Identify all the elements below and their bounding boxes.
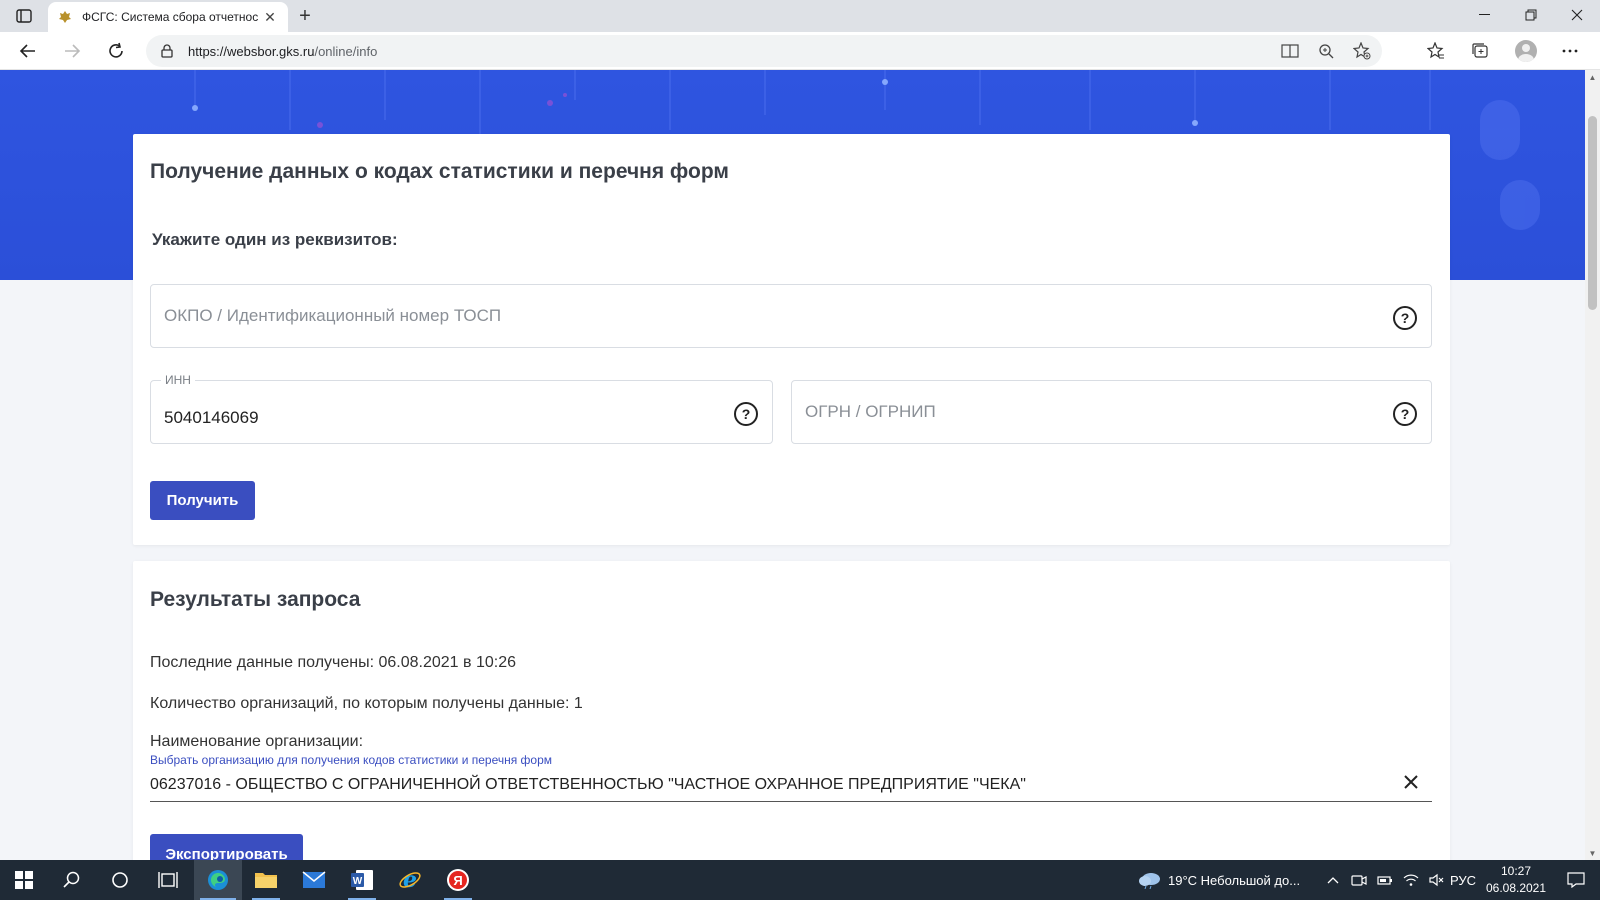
ogrn-placeholder: ОГРН / ОГРНИП: [805, 402, 936, 421]
org-label: Наименование организации:: [150, 733, 364, 750]
yandex-browser-icon[interactable]: Я: [434, 860, 482, 900]
tab-close-icon[interactable]: ✕: [262, 9, 278, 25]
help-icon[interactable]: ?: [1393, 306, 1417, 330]
back-button[interactable]: [14, 37, 42, 65]
svg-text:e: e: [403, 868, 417, 892]
okpo-field[interactable]: ОКПО / Идентификационный номер ТОСП ?: [150, 284, 1432, 348]
wifi-icon[interactable]: [1398, 860, 1424, 900]
file-explorer-icon[interactable]: [242, 860, 290, 900]
close-window-button[interactable]: [1554, 0, 1600, 30]
scroll-down-icon[interactable]: ▼: [1585, 846, 1600, 860]
inn-field[interactable]: ИНН 5040146069 ?: [150, 373, 773, 444]
minimize-button[interactable]: [1462, 0, 1508, 30]
notifications-icon[interactable]: [1552, 860, 1600, 900]
system-clock[interactable]: 10:27 06.08.2021: [1480, 863, 1552, 897]
new-tab-button[interactable]: +: [294, 5, 316, 27]
internet-explorer-icon[interactable]: e: [386, 860, 434, 900]
windows-taskbar: W e Я 19°C Небольшой до... РУС 10:27 06.…: [0, 860, 1600, 900]
reader-view-icon[interactable]: [1278, 39, 1302, 63]
inn-label: ИНН: [161, 373, 195, 387]
favorites-icon[interactable]: [1422, 37, 1450, 65]
org-hint: Выбрать организацию для получения кодов …: [150, 753, 553, 767]
browser-tab[interactable]: ФСГС: Система сбора отчетнос ✕: [48, 2, 288, 32]
word-icon[interactable]: W: [338, 860, 386, 900]
cortana-icon[interactable]: [96, 860, 144, 900]
organization-value: 06237016 - ОБЩЕСТВО С ОГРАНИЧЕННОЙ ОТВЕТ…: [150, 776, 1026, 793]
task-view-icon[interactable]: [144, 860, 192, 900]
volume-icon[interactable]: [1424, 860, 1450, 900]
page-scrollbar[interactable]: ▲ ▼: [1585, 70, 1600, 860]
lock-icon[interactable]: [160, 44, 174, 58]
start-button[interactable]: [0, 860, 48, 900]
query-form-card: Получение данных о кодах статистики и пе…: [133, 134, 1450, 545]
okpo-placeholder: ОКПО / Идентификационный номер ТОСП: [164, 306, 502, 325]
tab-title: ФСГС: Система сбора отчетнос: [82, 10, 259, 24]
add-favorite-icon[interactable]: [1350, 39, 1374, 63]
more-menu-icon[interactable]: [1556, 37, 1584, 65]
power-icon[interactable]: [1372, 860, 1398, 900]
browser-tab-bar: ФСГС: Система сбора отчетнос ✕ +: [0, 0, 1600, 32]
results-card: Результаты запроса Последние данные полу…: [133, 561, 1450, 860]
help-icon[interactable]: ?: [734, 402, 758, 426]
submit-button[interactable]: Получить: [150, 481, 255, 520]
tray-chevron-icon[interactable]: [1320, 860, 1346, 900]
url-bar[interactable]: https://websbor.gks.ru/online/info: [146, 35, 1382, 67]
url-text: https://websbor.gks.ru/online/info: [188, 44, 377, 59]
collections-icon[interactable]: [1466, 37, 1494, 65]
export-button[interactable]: Экспортировать: [150, 834, 303, 860]
cloud-rain-icon: [1139, 873, 1160, 889]
zoom-icon[interactable]: [1314, 39, 1338, 63]
edge-taskbar-icon[interactable]: [194, 860, 242, 900]
organization-select[interactable]: 06237016 - ОБЩЕСТВО С ОГРАНИЧЕННОЙ ОТВЕТ…: [150, 767, 1432, 802]
refresh-button[interactable]: [102, 37, 130, 65]
results-heading: Результаты запроса: [150, 588, 361, 611]
profile-avatar[interactable]: [1512, 37, 1540, 65]
url-domain: https://websbor.gks.ru: [188, 43, 315, 59]
url-path: /online/info: [314, 43, 378, 59]
weather-text: 19°C Небольшой до...: [1168, 872, 1301, 888]
inn-value: 5040146069: [164, 408, 259, 427]
last-received-text: Последние данные получены: 06.08.2021 в …: [150, 654, 516, 671]
tab-actions-icon[interactable]: [10, 6, 38, 26]
form-subheading: Укажите один из реквизитов:: [152, 230, 398, 249]
forward-button[interactable]: [58, 37, 86, 65]
page-viewport: Получение данных о кодах статистики и пе…: [0, 70, 1585, 860]
org-count-text: Количество организаций, по которым получ…: [150, 695, 583, 712]
gks-emblem-icon: [58, 10, 72, 24]
scroll-thumb[interactable]: [1588, 116, 1597, 310]
svg-text:Я: Я: [453, 873, 462, 888]
clock-date: 06.08.2021: [1485, 881, 1547, 895]
search-icon[interactable]: [48, 860, 96, 900]
restore-button[interactable]: [1508, 0, 1554, 30]
page-title: Получение данных о кодах статистики и пе…: [150, 160, 729, 183]
weather-widget[interactable]: 19°C Небольшой до...: [1138, 860, 1300, 900]
mail-icon[interactable]: [290, 860, 338, 900]
scroll-up-icon[interactable]: ▲: [1585, 70, 1600, 84]
svg-text:W: W: [353, 876, 363, 887]
clear-icon[interactable]: [1400, 771, 1422, 793]
browser-toolbar: https://websbor.gks.ru/online/info: [0, 32, 1600, 70]
meet-now-icon[interactable]: [1346, 860, 1372, 900]
clock-time: 10:27: [1500, 864, 1532, 878]
ogrn-field[interactable]: ОГРН / ОГРНИП ?: [791, 380, 1432, 444]
help-icon[interactable]: ?: [1393, 402, 1417, 426]
language-indicator[interactable]: РУС: [1450, 860, 1476, 900]
